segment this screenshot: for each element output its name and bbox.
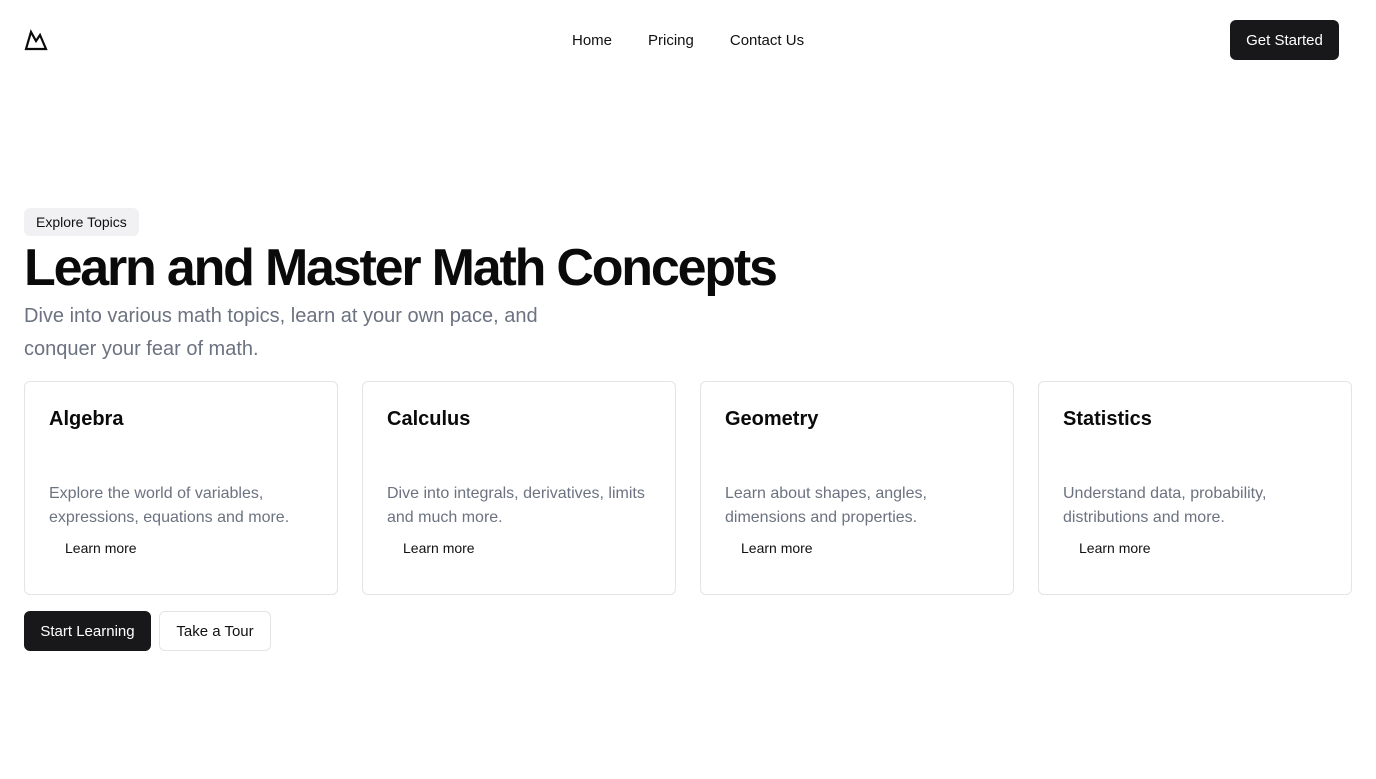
topic-card-algebra: Algebra Explore the world of variables, … [24,381,338,595]
start-learning-button[interactable]: Start Learning [24,611,151,651]
page-title: Learn and Master Math Concepts [24,239,778,297]
card-title: Calculus [387,408,471,430]
card-title: Algebra [49,408,124,430]
topic-card-geometry: Geometry Learn about shapes, angles, dim… [700,381,1014,595]
hero-actions: Start Learning Take a Tour [24,611,271,651]
nav-link-contact-us[interactable]: Contact Us [712,24,822,57]
nav-link-home[interactable]: Home [554,24,630,57]
top-navbar: Home Pricing Contact Us Get Started [0,0,1376,80]
explore-topics-badge: Explore Topics [24,208,139,236]
hero-subtitle: Dive into various math topics, learn at … [24,305,538,360]
learn-more-link-algebra[interactable]: Learn more [65,540,137,556]
learn-more-link-calculus[interactable]: Learn more [403,540,475,556]
topic-card-calculus: Calculus Dive into integrals, derivative… [362,381,676,595]
take-a-tour-button[interactable]: Take a Tour [159,611,271,651]
topic-card-statistics: Statistics Understand data, probability,… [1038,381,1352,595]
card-title: Geometry [725,408,819,430]
card-description: Explore the world of variables, expressi… [49,485,290,526]
mountain-logo-icon[interactable] [24,29,48,51]
get-started-button[interactable]: Get Started [1230,20,1339,60]
nav-links: Home Pricing Contact Us [554,0,822,80]
card-description: Dive into integrals, derivatives, limits… [387,485,645,526]
card-description: Understand data, probability, distributi… [1063,485,1267,526]
card-description: Learn about shapes, angles, dimensions a… [725,485,927,526]
learn-more-link-geometry[interactable]: Learn more [741,540,813,556]
learn-more-link-statistics[interactable]: Learn more [1079,540,1151,556]
nav-link-pricing[interactable]: Pricing [630,24,712,57]
card-title: Statistics [1063,408,1152,430]
topic-cards: Algebra Explore the world of variables, … [24,381,1352,595]
